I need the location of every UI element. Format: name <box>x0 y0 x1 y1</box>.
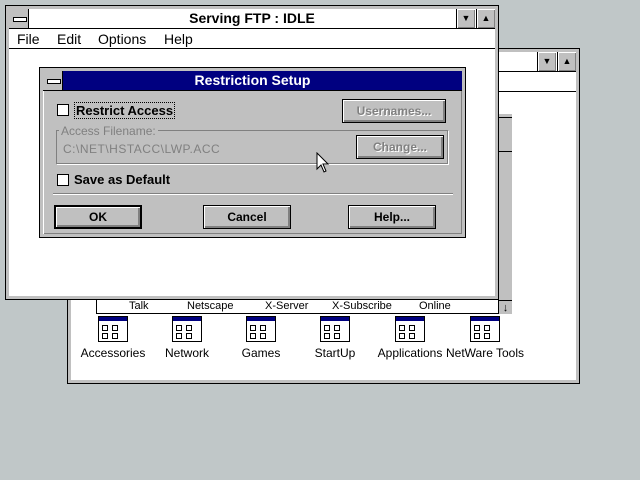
group-partial-labels: Talk Netscape X-Server X-Subscribe Onlin… <box>97 299 497 313</box>
access-filename-caption: Access Filename: <box>59 124 158 138</box>
menu-options[interactable]: Options <box>98 29 146 49</box>
menu-help[interactable]: Help <box>164 29 193 49</box>
group-icon-netware-tools[interactable]: NetWare Tools <box>445 316 525 360</box>
access-filename-value: C:\NET\HSTACC\LWP.ACC <box>63 142 221 156</box>
pm-maximize-button[interactable]: ▲ <box>557 52 576 71</box>
dialog-title: Restriction Setup <box>194 72 311 88</box>
program-group-icon <box>246 316 276 342</box>
save-as-default-label[interactable]: Save as Default <box>74 172 170 187</box>
group-icon-applications[interactable]: Applications <box>370 316 450 360</box>
ok-button[interactable]: OK <box>54 205 142 229</box>
usernames-button[interactable]: Usernames... <box>342 99 446 123</box>
partial-label-xsubscribe: X-Subscribe <box>332 300 392 312</box>
menu-file[interactable]: File <box>17 29 40 49</box>
ftp-menubar: File Edit Options Help <box>9 29 495 49</box>
group-icon-games[interactable]: Games <box>221 316 301 360</box>
pm-minimize-button[interactable]: ▼ <box>537 52 556 71</box>
dialog-titlebar: Restriction Setup <box>43 71 462 91</box>
save-as-default-checkbox[interactable] <box>57 174 69 186</box>
program-group-icon <box>320 316 350 342</box>
group-icon-startup[interactable]: StartUp <box>295 316 375 360</box>
dialog-system-menu-icon[interactable] <box>43 71 63 90</box>
menu-edit[interactable]: Edit <box>57 29 81 49</box>
group-icon-label: NetWare Tools <box>445 346 525 360</box>
dialog-separator <box>53 193 453 195</box>
cancel-button[interactable]: Cancel <box>203 205 291 229</box>
group-icon-label: Network <box>164 346 209 360</box>
partial-label-online: Online <box>419 300 451 312</box>
program-group-icon <box>172 316 202 342</box>
group-icon-label: Accessories <box>80 346 146 360</box>
group-icon-accessories[interactable]: Accessories <box>73 316 153 360</box>
ftp-window-title: Serving FTP : IDLE <box>189 10 315 26</box>
program-group-icon <box>470 316 500 342</box>
group-icon-label: Games <box>241 346 281 360</box>
group-icon-label: StartUp <box>314 346 356 360</box>
restriction-setup-dialog: Restriction Setup Restrict Access Userna… <box>39 67 466 238</box>
restrict-access-checkbox[interactable] <box>57 104 69 116</box>
partial-label-talk: Talk <box>129 300 149 312</box>
ftp-system-menu-icon[interactable] <box>9 9 29 28</box>
ftp-titlebar: Serving FTP : IDLE ▼ ▲ <box>9 9 495 29</box>
scroll-up-arrow-icon[interactable] <box>499 138 512 152</box>
mouse-cursor-icon <box>316 152 330 173</box>
help-button[interactable]: Help... <box>348 205 436 229</box>
program-group-icon <box>98 316 128 342</box>
group-icon-label: Applications <box>377 346 443 360</box>
program-group-icon <box>395 316 425 342</box>
change-button[interactable]: Change... <box>356 135 444 159</box>
partial-label-netscape: Netscape <box>187 300 234 312</box>
group-scrollbar[interactable]: ↓ <box>498 118 512 314</box>
scroll-down-arrow-icon[interactable]: ↓ <box>499 300 512 314</box>
ftp-maximize-button[interactable]: ▲ <box>476 9 495 28</box>
ftp-minimize-button[interactable]: ▼ <box>456 9 475 28</box>
partial-label-xserver: X-Server <box>265 300 309 312</box>
group-icon-network[interactable]: Network <box>147 316 227 360</box>
restrict-access-label[interactable]: Restrict Access <box>74 102 176 119</box>
